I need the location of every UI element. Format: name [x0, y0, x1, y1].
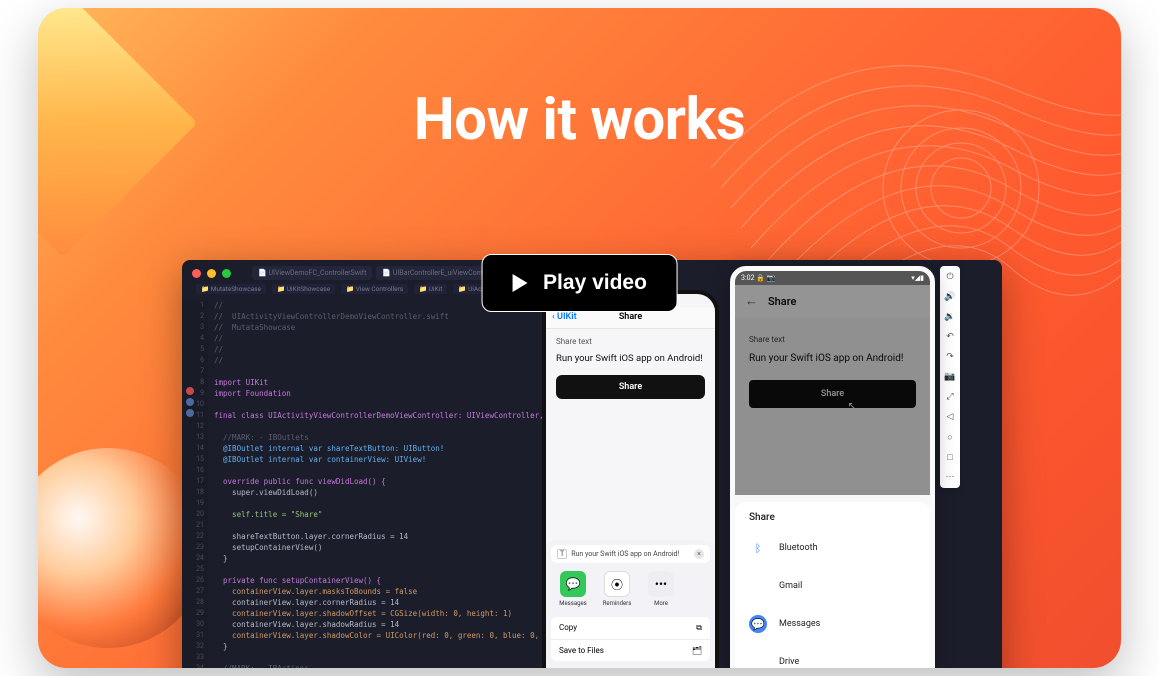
breadcrumb-item[interactable]: 📁 MutateShowcase [196, 284, 266, 294]
ios-nav-title: Share [619, 312, 642, 322]
android-share-option[interactable]: ▲Drive [735, 643, 930, 668]
line-gutter: 1234567891011121314151617181920212223242… [182, 300, 208, 668]
share-action[interactable]: Save to Files🗂 [551, 640, 710, 661]
android-share-label: Share text [749, 335, 916, 344]
android-share-text: Run your Swift iOS app on Android! [749, 352, 916, 366]
ios-share-text: Run your Swift iOS app on Android! [556, 352, 705, 365]
android-body: Share text Run your Swift iOS app on And… [735, 317, 930, 426]
android-status-bar: 3:02 🔒 📷 ▾◢▮ [735, 271, 930, 285]
breadcrumb-item[interactable]: 📁 UiKit [414, 284, 447, 294]
ios-share-sheet: T Run your Swift iOS app on Android! × 💬… [546, 540, 715, 668]
emulator-tool-button[interactable]: ○ [943, 430, 957, 444]
android-header: ← Share [735, 285, 930, 317]
hero-title: How it works [38, 86, 1121, 154]
window-close-icon[interactable] [192, 269, 201, 278]
android-share-option[interactable]: MGmail [735, 567, 930, 605]
share-app[interactable]: ⦿ Reminders [599, 571, 635, 607]
app-icon: ••• [648, 571, 674, 597]
emulator-tool-button[interactable]: 📷 [943, 370, 957, 384]
emulator-tool-button[interactable]: 🔊 [943, 290, 957, 304]
android-back-button[interactable]: ← [745, 293, 758, 309]
android-status-left: 3:02 🔒 📷 [741, 274, 775, 282]
emulator-toolbar: ⏻ 🔊 🔉 ↶ ↷ 📷 ⤢ ◁ ○ □ ⋯ [940, 266, 960, 488]
share-type-icon: T [557, 549, 567, 559]
app-label: More [643, 600, 679, 607]
android-sheet-title: Share [735, 502, 930, 529]
app-label: Reminders [599, 600, 635, 607]
window-zoom-icon[interactable] [222, 269, 231, 278]
outlet-indicator-icon [186, 409, 194, 417]
breakpoint-icon [186, 387, 194, 395]
share-close-button[interactable]: × [694, 549, 704, 559]
outlet-indicator-icon [186, 398, 194, 406]
play-video-button[interactable]: Play video [481, 254, 678, 312]
android-preview: 3:02 🔒 📷 ▾◢▮ ← Share Share text Run your… [730, 266, 935, 668]
play-icon [512, 274, 527, 292]
share-app[interactable]: ••• More [643, 571, 679, 607]
share-bar-text: Run your Swift iOS app on Android! [571, 550, 679, 558]
android-header-title: Share [768, 295, 796, 308]
emulator-tool-button[interactable]: ⤢ [943, 390, 957, 404]
ios-back-button[interactable]: ‹ UIKit [552, 312, 577, 322]
action-icon: ⧉ [696, 623, 702, 633]
share-target-icon: M [749, 577, 767, 595]
ios-share-button[interactable]: Share [556, 375, 705, 399]
breadcrumb-item[interactable]: 📁 UiKitShowcase [272, 284, 335, 294]
share-target-icon: ▲ [749, 653, 767, 668]
action-icon: 🗂 [692, 646, 702, 655]
share-target-icon: ᛒ [749, 539, 767, 557]
gutter-icons [186, 387, 194, 420]
android-status-right: ▾◢▮ [911, 274, 924, 282]
emulator-tool-button[interactable]: ⏻ [943, 270, 957, 284]
android-share-button[interactable]: Share ↖ [749, 380, 916, 408]
emulator-tool-button[interactable]: ↷ [943, 350, 957, 364]
ios-body: Share text Run your Swift iOS app on And… [546, 329, 715, 407]
editor-tab[interactable]: 📄 UIViewDemoFC_ControllerSwift [252, 266, 372, 280]
share-app[interactable]: 💬 Messages [555, 571, 591, 607]
breadcrumb-item[interactable]: 📁 View Controllers [341, 284, 408, 294]
edit-actions-link[interactable]: Edit Actions... [551, 665, 710, 668]
emulator-tool-button[interactable]: ◁ [943, 410, 957, 424]
android-share-option[interactable]: ᛒBluetooth [735, 529, 930, 567]
play-button-label: Play video [543, 271, 647, 295]
share-actions-list: Copy⧉Save to Files🗂 [551, 617, 710, 661]
hero-video-card: How it works Play video 📄 UIViewDemoFC_C… [38, 8, 1121, 668]
app-icon: 💬 [560, 571, 586, 597]
app-icon: ⦿ [604, 571, 630, 597]
emulator-tool-button[interactable]: ⋯ [943, 470, 957, 484]
share-action[interactable]: Copy⧉ [551, 617, 710, 640]
mouse-cursor-icon: ↖ [848, 401, 856, 412]
share-target-icon: 💬 [749, 615, 767, 633]
emulator-tool-button[interactable]: 🔉 [943, 310, 957, 324]
window-controls [192, 269, 231, 278]
iphone-preview: 3:02 ‹ UIKit Share Share text Run your S… [542, 290, 719, 668]
emulator-tool-button[interactable]: ↶ [943, 330, 957, 344]
share-bar: T Run your Swift iOS app on Android! × [551, 545, 710, 563]
android-share-sheet: Share ᛒBluetoothMGmail💬Messages▲Drive [735, 502, 930, 668]
android-share-option[interactable]: 💬Messages [735, 605, 930, 643]
emulator-tool-button[interactable]: □ [943, 450, 957, 464]
ios-share-label: Share text [556, 337, 705, 346]
app-label: Messages [555, 600, 591, 607]
window-minimize-icon[interactable] [207, 269, 216, 278]
share-apps-row: 💬 Messages ⦿ Reminders ••• More [551, 563, 710, 615]
